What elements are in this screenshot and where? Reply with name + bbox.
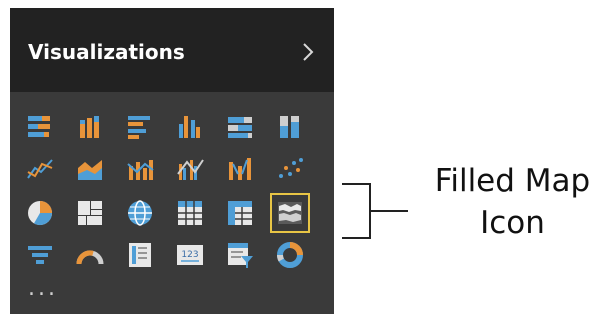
slicer-icon[interactable] <box>225 240 255 270</box>
filled-map-icon[interactable] <box>270 193 310 233</box>
map-icon[interactable] <box>125 198 155 228</box>
table-icon[interactable] <box>175 198 205 228</box>
stacked-bar-chart-icon[interactable] <box>25 112 55 142</box>
funnel-icon[interactable] <box>25 240 55 270</box>
callout-line-2: Icon <box>480 205 545 241</box>
donut-chart-icon[interactable] <box>275 240 305 270</box>
pane-title: Visualizations <box>28 40 185 64</box>
callout-label: Filled Map Icon <box>410 160 615 244</box>
ribbon-chart-icon[interactable] <box>225 154 255 184</box>
line-chart-icon[interactable] <box>25 154 55 184</box>
treemap-icon[interactable] <box>75 198 105 228</box>
visualizations-pane: Visualizations 123 ... <box>10 8 334 314</box>
area-chart-icon[interactable] <box>75 154 105 184</box>
scatter-chart-icon[interactable] <box>275 154 305 184</box>
clustered-bar-chart-icon[interactable] <box>125 112 155 142</box>
line-and-clustered-column-chart-icon[interactable] <box>175 154 205 184</box>
callout-bracket <box>342 183 408 239</box>
100-stacked-bar-chart-icon[interactable] <box>225 112 255 142</box>
line-and-stacked-column-chart-icon[interactable] <box>125 154 155 184</box>
stacked-column-chart-icon[interactable] <box>75 112 105 142</box>
chevron-right-icon[interactable] <box>298 41 318 63</box>
more-visuals-button[interactable]: ... <box>28 278 58 300</box>
callout-line-1: Filled Map <box>434 163 591 199</box>
multi-row-card-icon[interactable] <box>125 240 155 270</box>
gauge-icon[interactable] <box>75 240 105 270</box>
pane-header: Visualizations <box>10 8 334 92</box>
100-stacked-column-chart-icon[interactable] <box>275 112 305 142</box>
card-icon-glyph: 123 <box>181 250 198 260</box>
pie-chart-icon[interactable] <box>25 198 55 228</box>
card-icon[interactable]: 123 <box>175 240 205 270</box>
clustered-column-chart-icon[interactable] <box>175 112 205 142</box>
matrix-icon[interactable] <box>225 198 255 228</box>
